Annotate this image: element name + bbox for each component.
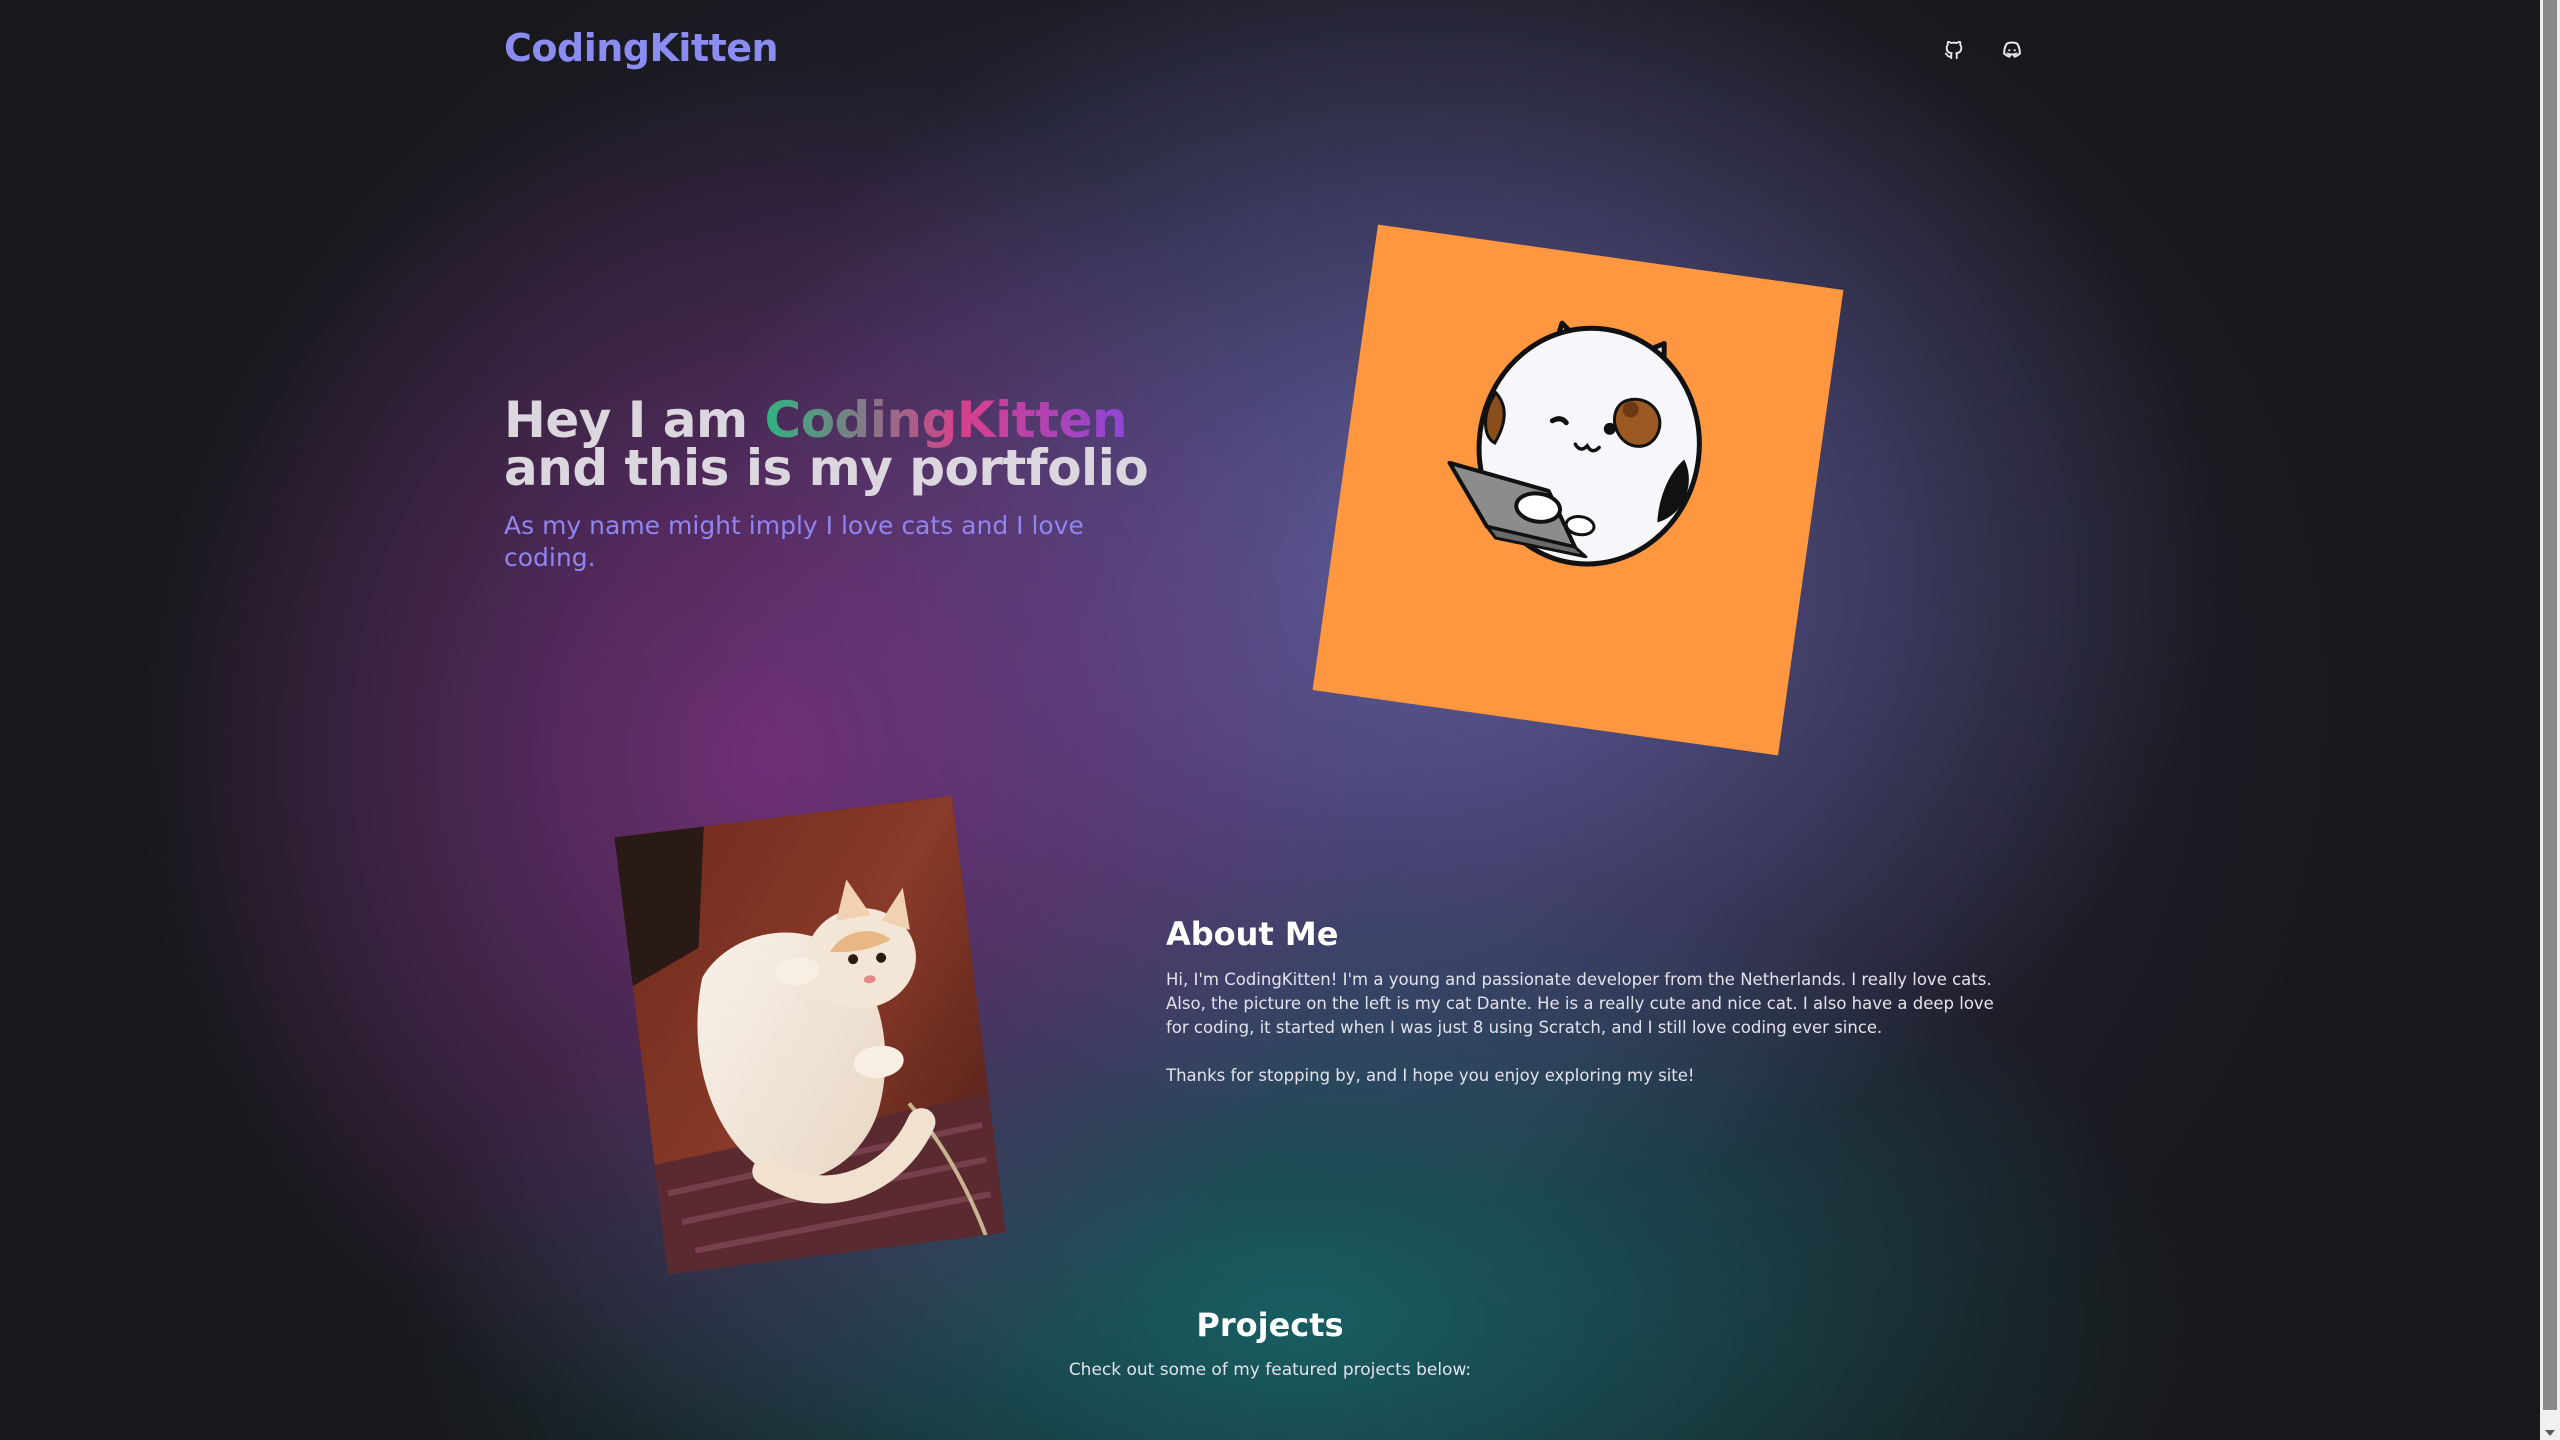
hero-title-line2: and this is my portfolio [504,439,1149,497]
about-title: About Me [1166,915,1339,953]
page: CodingKitten Hey I am CodingKitten and t… [0,0,2560,1440]
header-icons [1940,36,2026,64]
cat-photo [614,795,1006,1275]
about-paragraph-1: Hi, I'm CodingKitten! I'm a young and pa… [1166,970,1994,1037]
scroll-down-arrow-icon[interactable] [2545,1430,2555,1436]
brand-logo[interactable]: CodingKitten [504,26,779,70]
kitten-illustration [1312,224,1844,756]
projects-title: Projects [1196,1306,1344,1344]
vertical-scrollbar[interactable] [2540,0,2560,1440]
discord-icon[interactable] [1998,36,2026,64]
hero-title: Hey I am CodingKitten and this is my por… [504,395,1149,493]
hero-subtitle: As my name might imply I love cats and I… [504,511,1084,572]
github-icon[interactable] [1940,36,1968,64]
about-paragraph-2: Thanks for stopping by, and I hope you e… [1166,1066,1695,1085]
scrollbar-thumb[interactable] [2543,0,2557,1410]
projects-subtitle: Check out some of my featured projects b… [1068,1360,1472,1380]
